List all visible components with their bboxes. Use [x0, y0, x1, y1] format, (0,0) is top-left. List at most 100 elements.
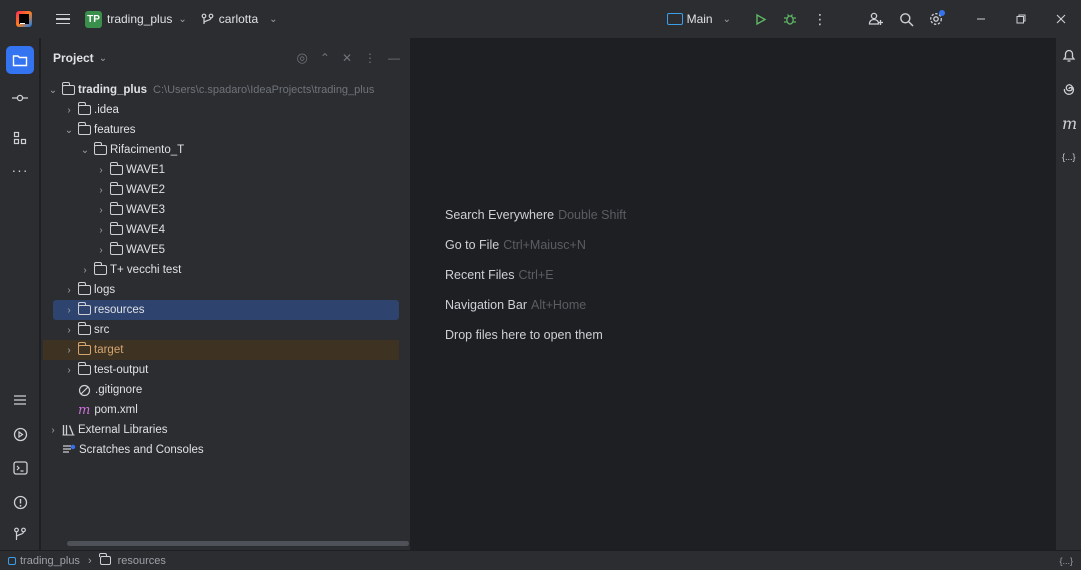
collapse-all-icon[interactable]: ✕: [342, 51, 352, 65]
tree-item-pom[interactable]: m pom.xml: [43, 400, 399, 420]
restore-button[interactable]: [1001, 0, 1041, 38]
project-badge[interactable]: TP: [85, 10, 102, 28]
chevron-right-icon[interactable]: ›: [95, 185, 107, 196]
chevron-right-icon[interactable]: ›: [79, 265, 91, 276]
chevron-right-icon[interactable]: ›: [95, 225, 107, 236]
maven-tool-button[interactable]: m: [1062, 114, 1077, 133]
breadcrumb-folder[interactable]: resources: [118, 555, 166, 567]
tree-item-scratches[interactable]: Scratches and Consoles: [43, 440, 399, 460]
tree-item-label: WAVE1: [126, 164, 165, 176]
code-with-me-button[interactable]: [861, 4, 891, 34]
problems-icon: [13, 495, 27, 509]
chevron-right-icon[interactable]: ›: [95, 245, 107, 256]
left-tool-strip: ···: [0, 38, 40, 550]
git-tool-button[interactable]: [6, 520, 34, 548]
project-tool-button[interactable]: [6, 46, 34, 74]
tree-item-label: External Libraries: [78, 424, 168, 436]
more-tools-button[interactable]: ···: [6, 156, 34, 184]
debug-button[interactable]: [775, 4, 805, 34]
chevron-down-icon[interactable]: ⌄: [99, 53, 107, 64]
tree-item-label: resources: [94, 304, 145, 316]
chevron-right-icon[interactable]: ›: [63, 325, 75, 336]
tree-item-label: Scratches and Consoles: [79, 444, 204, 456]
problems-tool-button[interactable]: [6, 488, 34, 516]
run-config-selector[interactable]: Main ⌄: [666, 12, 731, 26]
tree-item-idea[interactable]: › .idea: [43, 100, 399, 120]
intellij-logo-icon: [16, 11, 32, 27]
chevron-down-icon[interactable]: ⌄: [178, 14, 186, 25]
tree-item-vecchi-test[interactable]: › T+ vecchi test: [43, 260, 399, 280]
tree-item-gitignore[interactable]: .gitignore: [43, 380, 399, 400]
hint-label: Navigation Bar: [445, 298, 527, 312]
chevron-down-icon: ⌄: [722, 13, 731, 25]
tree-item-rifacimento[interactable]: ⌄ Rifacimento_T: [43, 140, 399, 160]
tree-item-test-output[interactable]: › test-output: [43, 360, 399, 380]
hide-panel-icon[interactable]: —: [388, 51, 400, 65]
hint-label: Recent Files: [445, 268, 515, 282]
tree-item-label: trading_plus: [78, 84, 148, 96]
json-helper-button[interactable]: {...}: [1062, 152, 1076, 162]
chevron-down-icon[interactable]: ⌄: [63, 125, 75, 136]
chevron-right-icon[interactable]: ›: [63, 305, 75, 316]
todo-tool-button[interactable]: [6, 386, 34, 414]
excluded-folder-icon: [77, 342, 91, 355]
hint-label: Search Everywhere: [445, 208, 555, 222]
minimize-button[interactable]: [961, 0, 1001, 38]
run-config-name: Main: [686, 12, 713, 26]
chevron-right-icon[interactable]: ›: [95, 205, 107, 216]
tree-item-wave5[interactable]: › WAVE5: [43, 240, 399, 260]
close-button[interactable]: [1041, 0, 1081, 38]
terminal-tool-button[interactable]: [6, 454, 34, 482]
status-json-widget[interactable]: {...}: [1059, 556, 1073, 566]
tree-item-wave2[interactable]: › WAVE2: [43, 180, 399, 200]
tree-item-logs[interactable]: › logs: [43, 280, 399, 300]
chevron-down-icon[interactable]: ⌄: [47, 85, 59, 96]
hint-shortcut: Alt+Home: [531, 298, 587, 312]
chevron-right-icon[interactable]: ›: [47, 425, 59, 436]
horizontal-scrollbar[interactable]: [67, 541, 409, 546]
expand-all-icon[interactable]: ⌃: [320, 51, 330, 65]
services-tool-button[interactable]: [6, 420, 34, 448]
notifications-button[interactable]: [1062, 48, 1076, 66]
chevron-right-icon[interactable]: ›: [63, 345, 75, 356]
bug-icon: [784, 14, 796, 25]
locate-file-icon[interactable]: ◎: [297, 50, 308, 66]
tree-item-features[interactable]: ⌄ features: [43, 120, 399, 140]
tree-item-wave3[interactable]: › WAVE3: [43, 200, 399, 220]
breadcrumb-project[interactable]: trading_plus: [20, 555, 80, 567]
play-icon: [755, 13, 766, 25]
tree-item-external-libraries[interactable]: › External Libraries: [43, 420, 399, 440]
tree-item-root[interactable]: ⌄ trading_plus C:\Users\c.spadaro\IdeaPr…: [43, 80, 399, 100]
folder-icon: [109, 202, 123, 215]
services-icon: [13, 427, 27, 441]
more-actions-button[interactable]: ⋮: [805, 4, 835, 34]
terminal-icon: [12, 461, 28, 475]
settings-button[interactable]: [921, 4, 951, 34]
project-path: C:\Users\c.spadaro\IdeaProjects\trading_…: [153, 84, 375, 96]
chevron-right-icon[interactable]: ›: [95, 165, 107, 176]
bell-icon: [1062, 49, 1076, 62]
chevron-right-icon[interactable]: ›: [63, 365, 75, 376]
tree-item-label: .idea: [94, 104, 119, 116]
editor-empty-area: Search Everywhere Double Shift Go to File…: [412, 38, 1055, 550]
tree-item-resources[interactable]: › resources: [53, 300, 399, 320]
tree-item-target[interactable]: › target: [43, 340, 399, 360]
tree-item-src[interactable]: › src: [43, 320, 399, 340]
tree-item-wave4[interactable]: › WAVE4: [43, 220, 399, 240]
commit-tool-button[interactable]: [6, 84, 34, 112]
structure-tool-button[interactable]: [6, 124, 34, 152]
chevron-down-icon[interactable]: ⌄: [79, 145, 91, 156]
project-view-selector[interactable]: Project: [53, 51, 94, 65]
main-menu-icon[interactable]: [56, 13, 70, 25]
vcs-branch-widget[interactable]: carlotta ⌄: [201, 12, 278, 26]
project-name[interactable]: trading_plus: [107, 12, 172, 26]
chevron-right-icon[interactable]: ›: [63, 105, 75, 116]
hint-search-everywhere: Search Everywhere Double Shift: [445, 208, 626, 222]
chevron-right-icon[interactable]: ›: [63, 285, 75, 296]
ai-assistant-button[interactable]: [1062, 82, 1076, 99]
tree-item-wave1[interactable]: › WAVE1: [43, 160, 399, 180]
options-icon[interactable]: ⋮: [364, 51, 376, 65]
run-button[interactable]: [745, 4, 775, 34]
search-button[interactable]: [891, 4, 921, 34]
library-icon: [62, 425, 75, 436]
